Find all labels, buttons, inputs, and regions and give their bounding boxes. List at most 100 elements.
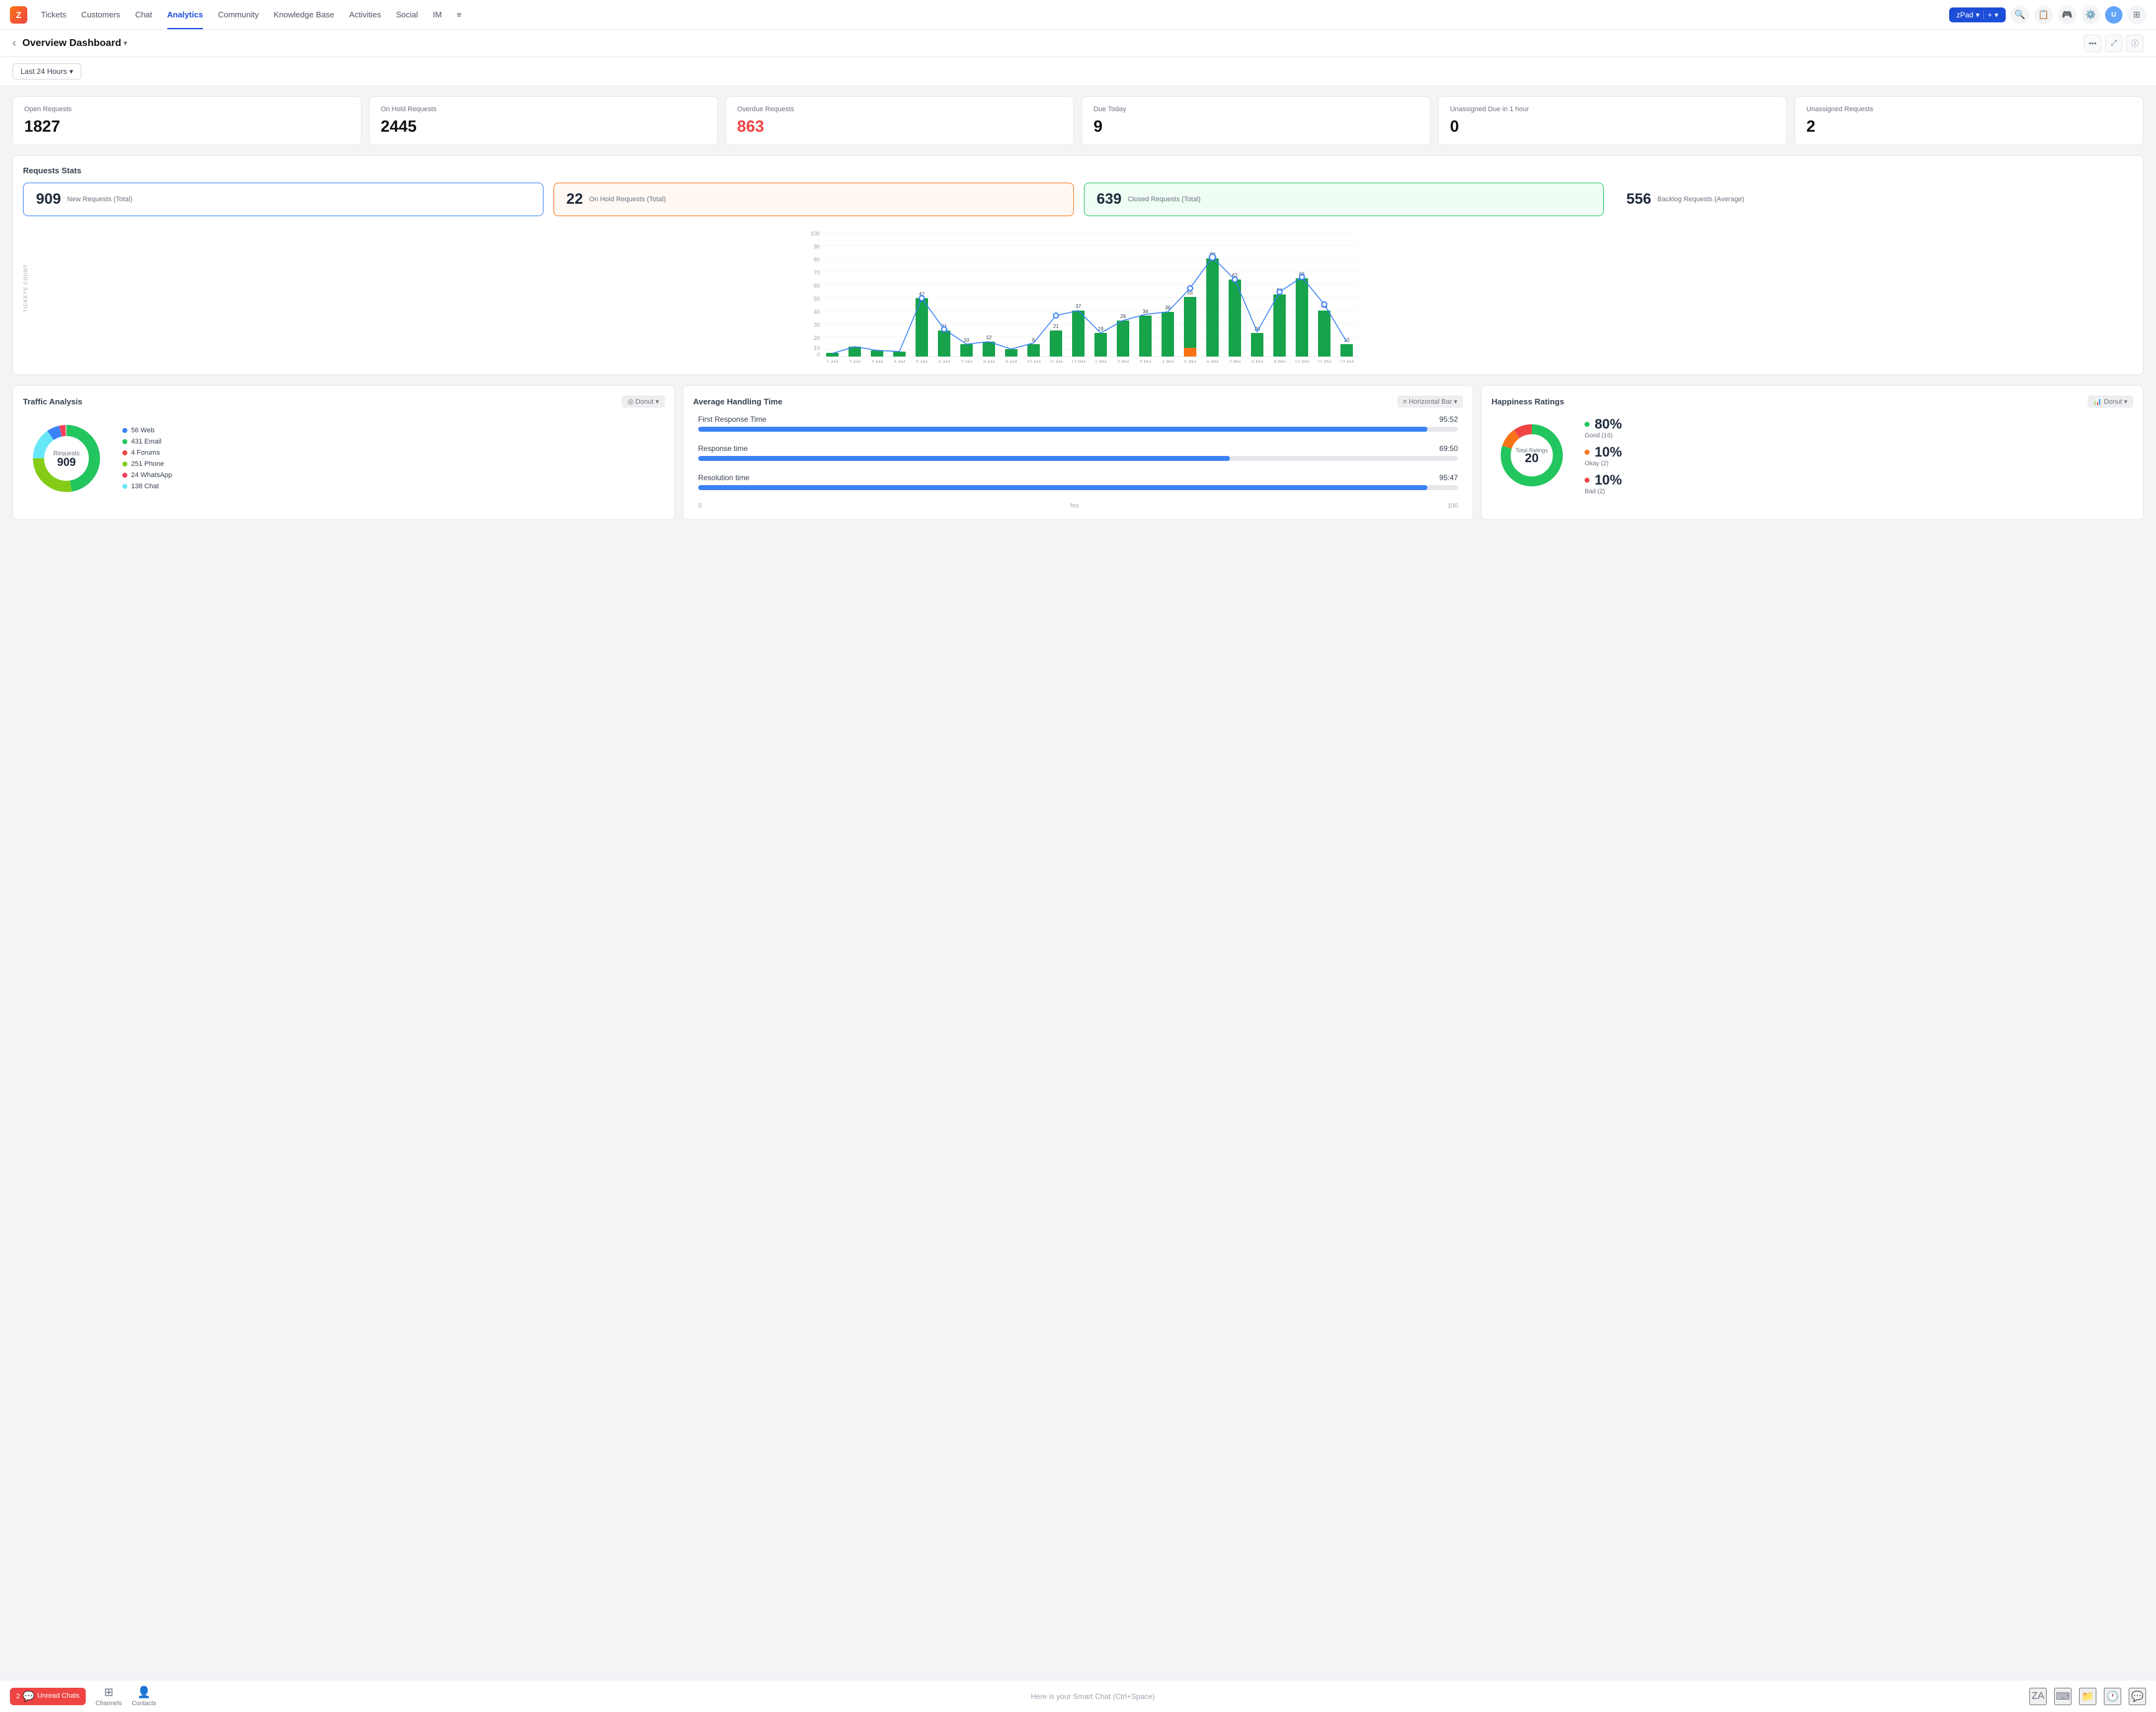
stat-card-open-requests[interactable]: Open Requests 1827 <box>12 96 362 145</box>
info-button[interactable]: ⓘ <box>2126 35 2144 52</box>
games-button[interactable]: 🎮 <box>2058 6 2076 24</box>
svg-text:37: 37 <box>1076 304 1081 309</box>
legend-item-forums: 4 Forums <box>122 449 172 457</box>
nav-community[interactable]: Community <box>212 0 265 29</box>
legend-dot-chat <box>122 484 127 489</box>
summary-backlog-label: Backlog Requests (Average) <box>1657 196 1744 203</box>
summary-closed-value: 639 <box>1097 191 1122 208</box>
svg-text:12 AM: 12 AM <box>1340 360 1354 363</box>
nav-social[interactable]: Social <box>389 0 424 29</box>
summary-closed-requests[interactable]: 639 Closed Requests (Total) <box>1084 183 1604 216</box>
happiness-card: Happiness Ratings 📊 Donut ▾ <box>1481 385 2144 520</box>
unread-chats-button[interactable]: 2 💬 Unread Chats <box>10 1688 86 1705</box>
legend-item-email: 431 Email <box>122 438 172 445</box>
top-navigation: Z Tickets Customers Chat Analytics Commu… <box>0 0 2156 30</box>
channels-button[interactable]: ⊞ Channels <box>96 1686 122 1707</box>
taskbar-btn-4[interactable]: 🕐 <box>2104 1688 2121 1705</box>
rating-dot-okay <box>1585 450 1590 455</box>
hbar-resolution-time-track <box>698 485 1458 490</box>
contacts-label: Contacts <box>132 1700 156 1707</box>
more-options-button[interactable]: ••• <box>2084 35 2101 52</box>
requests-chart: 100 90 80 70 60 50 40 30 20 10 0 <box>31 226 2133 365</box>
nav-customers[interactable]: Customers <box>75 0 127 29</box>
stat-label-unassigned-due: Unassigned Due in 1 hour <box>1450 106 1775 113</box>
taskbar-btn-5[interactable]: 💬 <box>2129 1688 2146 1705</box>
svg-text:21: 21 <box>1053 324 1059 329</box>
stat-card-due-today[interactable]: Due Today 9 <box>1081 96 1431 145</box>
unread-count-badge: 2 <box>16 1693 20 1700</box>
rating-label-bad: Bad (2) <box>1585 488 1622 495</box>
hbar-first-response-track <box>698 427 1458 432</box>
smart-chat-input[interactable]: Here is your Smart Chat (Ctrl+Space) <box>166 1692 2019 1701</box>
svg-text:7 AM: 7 AM <box>961 360 973 363</box>
svg-text:4 PM: 4 PM <box>1162 360 1174 363</box>
unread-chats-label: Unread Chats <box>37 1692 80 1700</box>
legend-dot-whatsapp <box>122 473 127 478</box>
legend-item-phone: 251 Phone <box>122 460 172 468</box>
svg-text:11 AM: 11 AM <box>1049 360 1063 363</box>
date-filter-button[interactable]: Last 24 Hours ▾ <box>12 63 81 80</box>
legend-dot-email <box>122 439 127 444</box>
stat-value-open: 1827 <box>24 117 350 136</box>
stat-value-due-today: 9 <box>1093 117 1419 136</box>
traffic-donut-svg: Requests 909 <box>23 415 110 502</box>
traffic-donut-area: Requests 909 56 Web 431 Email 4 Forums <box>23 415 665 502</box>
summary-new-requests[interactable]: 909 New Requests (Total) <box>23 183 544 216</box>
nav-knowledge-base[interactable]: Knowledge Base <box>268 0 341 29</box>
taskbar-btn-2[interactable]: ⌨ <box>2054 1688 2072 1705</box>
apps-grid-button[interactable]: ⊞ <box>2127 6 2146 24</box>
donut-center-value: 909 <box>57 456 76 468</box>
page-title-caret[interactable]: ▾ <box>124 39 127 47</box>
nav-im[interactable]: IM <box>427 0 448 29</box>
search-button[interactable]: 🔍 <box>2011 6 2029 24</box>
stat-card-onhold-requests[interactable]: On Hold Requests 2445 <box>369 96 718 145</box>
rating-dot-bad <box>1585 478 1590 483</box>
stat-card-unassigned-due[interactable]: Unassigned Due in 1 hour 0 <box>1438 96 1787 145</box>
contacts-button[interactable]: 👤 Contacts <box>132 1686 156 1707</box>
svg-text:1 AM: 1 AM <box>827 360 839 363</box>
back-button[interactable]: ‹ <box>12 37 16 50</box>
bottom-cards-row: Traffic Analysis ◎ Donut ▾ <box>12 385 2144 520</box>
legend-dot-forums <box>122 450 127 455</box>
svg-text:30: 30 <box>814 322 820 328</box>
svg-text:8 PM: 8 PM <box>1252 360 1263 363</box>
summary-backlog[interactable]: 556 Backlog Requests (Average) <box>1614 183 2133 216</box>
nav-activities[interactable]: Activities <box>343 0 387 29</box>
traffic-chart-type-button[interactable]: ◎ Donut ▾ <box>622 396 665 408</box>
taskbar-btn-3[interactable]: 📁 <box>2079 1688 2096 1705</box>
nav-analytics[interactable]: Analytics <box>161 0 209 29</box>
svg-text:29: 29 <box>1121 314 1126 319</box>
svg-text:34: 34 <box>1143 309 1149 314</box>
taskbar: 2 💬 Unread Chats ⊞ Channels 👤 Contacts H… <box>0 1680 2156 1712</box>
svg-text:3 PM: 3 PM <box>1140 360 1152 363</box>
traffic-legend: 56 Web 431 Email 4 Forums 251 Phone <box>122 427 172 490</box>
handling-chart-type-button[interactable]: ≡ Horizontal Bar ▾ <box>1398 396 1463 408</box>
app-logo[interactable]: Z <box>10 6 27 24</box>
svg-text:9 AM: 9 AM <box>1006 360 1017 363</box>
expand-button[interactable]: ⤢ <box>2105 35 2122 52</box>
rating-label-okay: Okay (2) <box>1585 460 1622 467</box>
taskbar-btn-1[interactable]: ZA <box>2029 1688 2047 1705</box>
user-avatar[interactable]: U <box>2105 6 2122 24</box>
summary-new-label: New Requests (Total) <box>67 196 132 203</box>
stat-card-unassigned[interactable]: Unassigned Requests 2 <box>1794 96 2144 145</box>
svg-text:10: 10 <box>964 337 970 343</box>
taskbar-right-actions: ZA ⌨ 📁 🕐 💬 <box>2029 1688 2146 1705</box>
nav-more[interactable]: ≡ <box>450 0 468 29</box>
svg-text:50: 50 <box>814 296 820 302</box>
filter-bar: Last 24 Hours ▾ <box>0 57 2156 86</box>
hbar-first-response-header: First Response Time 95:52 <box>698 415 1458 424</box>
svg-text:0: 0 <box>817 352 820 358</box>
summary-onhold-requests[interactable]: 22 On Hold Requests (Total) <box>553 183 1074 216</box>
settings-button[interactable]: ⚙️ <box>2081 6 2100 24</box>
filter-caret-icon: ▾ <box>70 67 73 76</box>
zpad-button[interactable]: zPad ▾ + ▾ <box>1949 7 2006 22</box>
nav-tickets[interactable]: Tickets <box>35 0 73 29</box>
stat-label-due-today: Due Today <box>1093 106 1419 113</box>
nav-chat[interactable]: Chat <box>129 0 158 29</box>
stat-card-overdue-requests[interactable]: Overdue Requests 863 <box>725 96 1075 145</box>
summary-cards-row: 909 New Requests (Total) 22 On Hold Requ… <box>23 183 2133 216</box>
hbar-resolution-time-fill <box>698 485 1427 490</box>
notifications-button[interactable]: 📋 <box>2034 6 2053 24</box>
happiness-chart-type-button[interactable]: 📊 Donut ▾ <box>2088 396 2133 408</box>
